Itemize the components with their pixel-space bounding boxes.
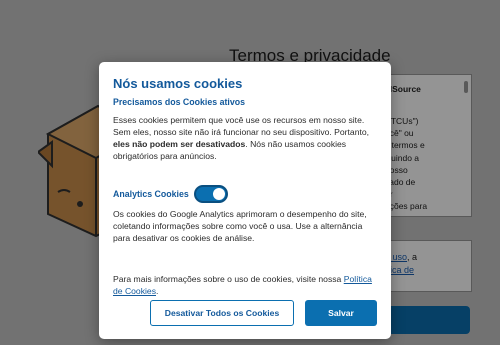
deactivate-all-cookies-button[interactable]: Desativar Todos os Cookies (150, 300, 294, 326)
analytics-cookies-text: Os cookies do Google Analytics aprimoram… (113, 209, 367, 243)
more-info-start: Para mais informações sobre o uso de coo… (113, 274, 344, 284)
analytics-cookies-row: Analytics Cookies (113, 184, 228, 204)
required-cookies-text: Esses cookies permitem que você use os r… (113, 114, 381, 162)
cookie-consent-dialog: Nós usamos cookies Precisamos dos Cookie… (99, 62, 391, 339)
required-text-start: Esses cookies permitem que você use os r… (113, 115, 370, 137)
more-info-text: Para mais informações sobre o uso de coo… (113, 273, 381, 297)
save-button[interactable]: Salvar (305, 300, 377, 326)
toggle-knob (212, 188, 225, 200)
required-cookies-heading: Precisamos dos Cookies ativos (113, 97, 246, 107)
more-info-end: . (156, 286, 159, 296)
required-text-bold: eles não podem ser desativados (113, 139, 246, 149)
analytics-toggle[interactable] (193, 185, 228, 203)
analytics-cookies-label: Analytics Cookies (113, 189, 189, 199)
dialog-title: Nós usamos cookies (113, 76, 243, 91)
